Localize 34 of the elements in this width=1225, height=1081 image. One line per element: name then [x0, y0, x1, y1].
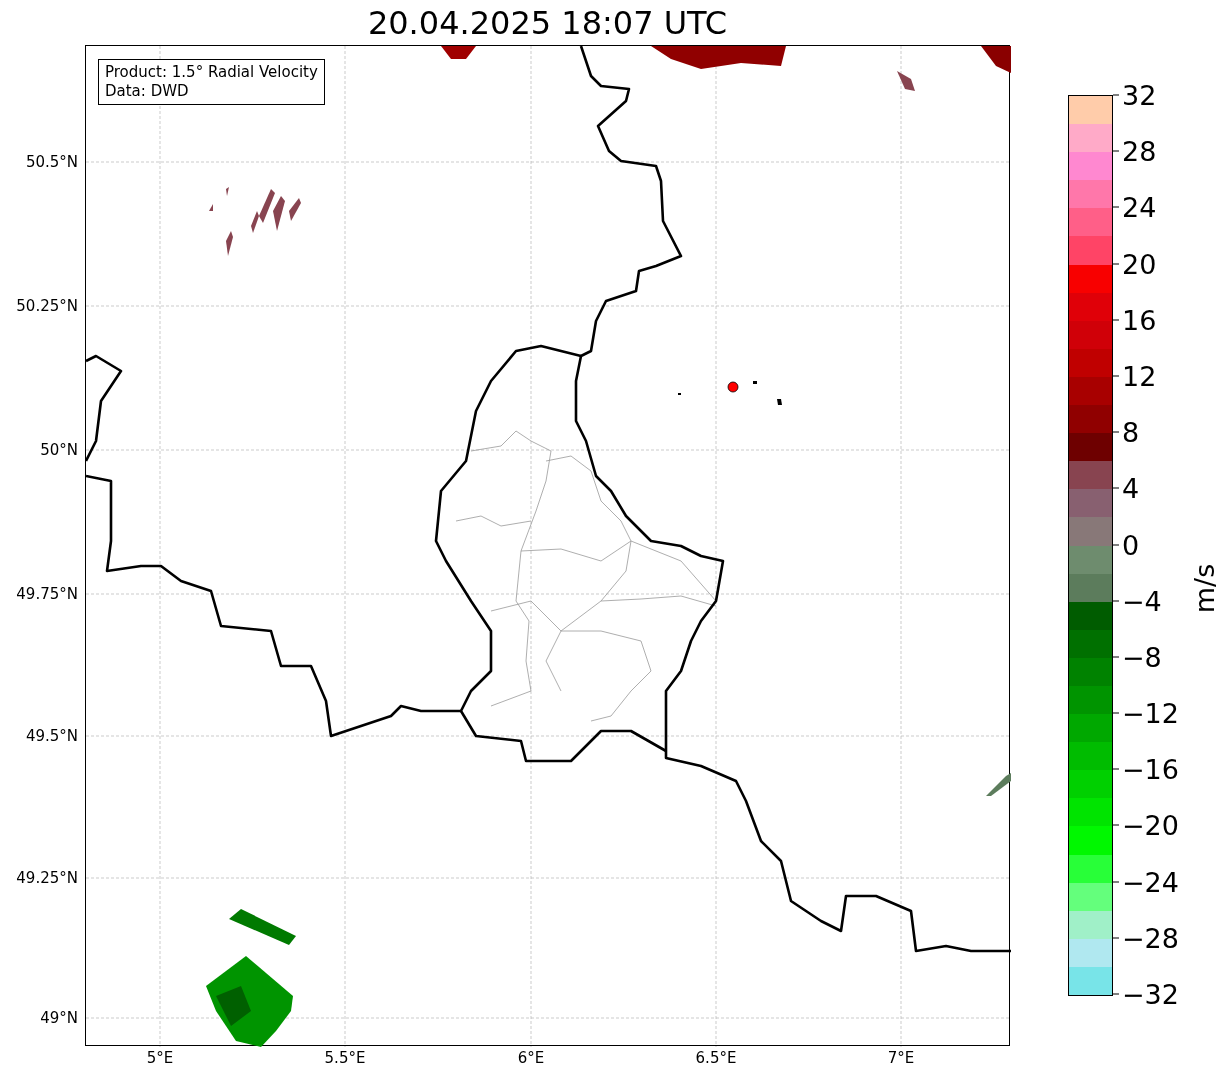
latitude-label: 49.5°N — [25, 728, 78, 744]
colorbar-tick-label: −16 — [1122, 755, 1179, 783]
colorbar-tick-label: −32 — [1122, 980, 1179, 1008]
colorbar-tick-label: −24 — [1122, 868, 1179, 896]
latitude-label: 49°N — [40, 1010, 78, 1026]
colorbar-tick-label: 32 — [1122, 81, 1157, 109]
colorbar-tick-label: −4 — [1122, 587, 1162, 615]
legend-text: Data: DWD — [105, 82, 190, 101]
colorbar-tick-label: 4 — [1122, 474, 1140, 502]
colorbar-tick-label: −8 — [1122, 643, 1162, 671]
latitude-label: 50.5°N — [25, 154, 78, 170]
longitude-label: 5°E — [146, 1051, 174, 1066]
latitude-label: 50°N — [40, 442, 78, 458]
colorbar-tick-label: −20 — [1122, 811, 1179, 839]
latitude-label: 49.75°N — [16, 586, 78, 602]
chart-title: 20.04.2025 18:07 UTC — [367, 6, 728, 39]
colorbar-tick-label: −12 — [1122, 699, 1179, 727]
longitude-label: 5.5°E — [324, 1051, 366, 1066]
longitude-label: 6.5°E — [695, 1051, 737, 1066]
colorbar-tick-label: −28 — [1122, 924, 1179, 952]
colorbar-tick-label: 20 — [1122, 250, 1157, 278]
colorbar-tick-label: 28 — [1122, 137, 1157, 165]
colorbar-tick-label: 8 — [1122, 418, 1140, 446]
colorbar-tick-label: 16 — [1122, 306, 1157, 334]
latitude-label: 49.25°N — [16, 870, 78, 886]
colorbar-tick-label: 12 — [1122, 362, 1157, 390]
legend-text: Product: 1.5° Radial Velocity — [105, 63, 318, 82]
colorbar-tick-label: 0 — [1122, 531, 1140, 558]
latitude-label: 50.25°N — [16, 298, 78, 314]
colorbar-unit-label: m/s — [1191, 563, 1219, 613]
longitude-label: 7°E — [887, 1051, 915, 1066]
longitude-label: 6°E — [517, 1051, 545, 1066]
colorbar-tick-label: 24 — [1122, 193, 1157, 221]
radar-site-marker — [727, 381, 739, 393]
